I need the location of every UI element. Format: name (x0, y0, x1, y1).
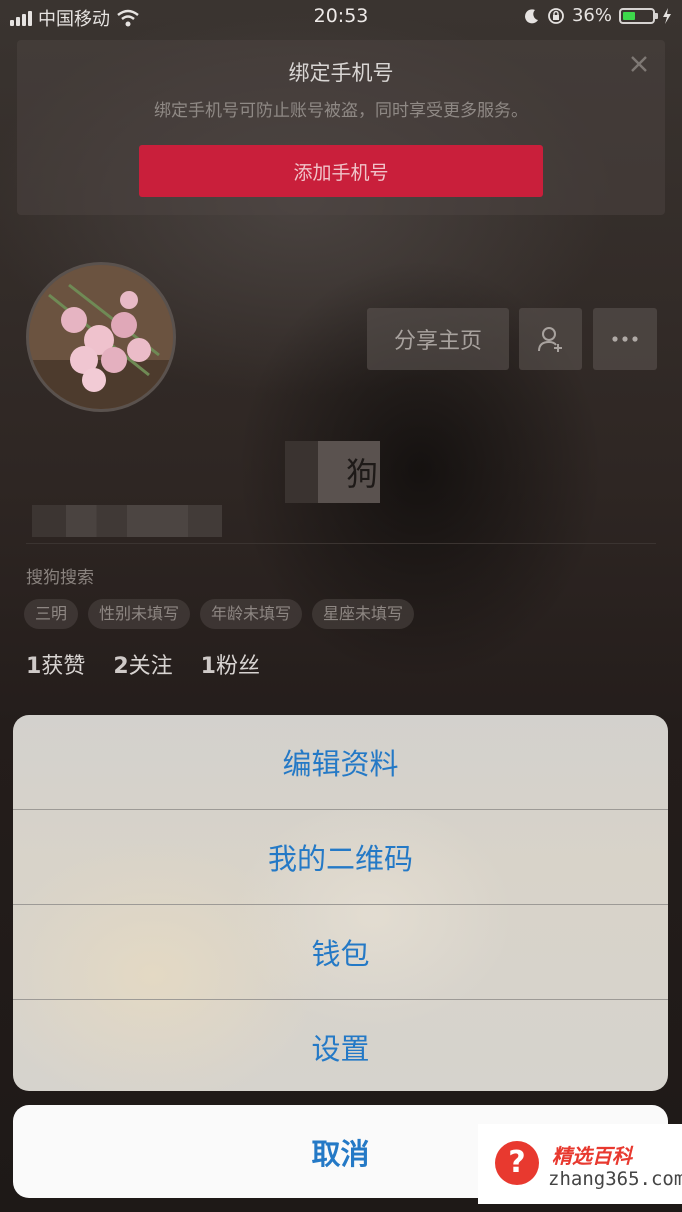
watermark-url: zhang365.com (548, 1168, 682, 1190)
profile-name-partial: 狗 (345, 455, 378, 493)
stat-likes-count: 1 (26, 654, 42, 679)
action-sheet: 编辑资料 我的二维码 钱包 设置 (13, 715, 668, 1091)
avatar[interactable] (26, 262, 176, 412)
watermark: ? 精选百科 zhang365.com (478, 1124, 682, 1204)
tag-zodiac: 星座未填写 (312, 599, 415, 629)
profile-id-blurred (32, 505, 222, 537)
avatar-flowers-image (29, 265, 173, 409)
bind-phone-description: 绑定手机号可防止账号被盗，同时享受更多服务。 (154, 101, 528, 121)
battery-percent: 36% (571, 5, 612, 26)
more-icon (612, 336, 638, 342)
add-friend-button[interactable] (519, 308, 582, 370)
stat-followers-count: 1 (200, 654, 216, 679)
stat-likes[interactable]: 1获赞 (26, 648, 85, 680)
add-phone-button[interactable]: 添加手机号 (139, 145, 543, 197)
moon-icon (525, 8, 538, 23)
battery-icon (619, 7, 658, 24)
edit-profile-option[interactable]: 编辑资料 (13, 715, 668, 810)
close-icon[interactable] (627, 52, 651, 76)
question-mark-logo-icon: ? (495, 1141, 539, 1185)
orientation-lock-icon (548, 7, 564, 24)
stat-followers[interactable]: 1粉丝 (201, 648, 260, 680)
profile-stats: 1获赞 2关注 1粉丝 (26, 648, 260, 680)
stat-likes-label: 获赞 (41, 654, 86, 679)
add-user-icon (537, 327, 562, 352)
profile-divider (26, 543, 656, 544)
my-qr-code-option[interactable]: 我的二维码 (13, 810, 668, 905)
stat-following[interactable]: 2关注 (113, 648, 172, 680)
settings-option[interactable]: 设置 (13, 1000, 668, 1091)
watermark-brand: 精选百科 (552, 1144, 632, 1168)
tag-age: 年龄未填写 (200, 599, 303, 629)
tag-gender: 性别未填写 (88, 599, 191, 629)
profile-tags: 三明 性别未填写 年龄未填写 星座未填写 (24, 599, 415, 629)
charging-icon (663, 7, 671, 24)
more-button[interactable] (593, 308, 657, 370)
profile-name-blurred: 狗 (285, 441, 380, 503)
bind-phone-banner: 绑定手机号 绑定手机号可防止账号被盗，同时享受更多服务。 添加手机号 (17, 40, 665, 215)
tag-location: 三明 (24, 599, 79, 629)
status-right: 36% (524, 5, 672, 26)
status-bar: 中国移动 20:53 36% (0, 0, 682, 36)
bind-phone-title: 绑定手机号 (288, 61, 394, 85)
stat-followers-label: 粉丝 (215, 654, 260, 679)
stat-following-label: 关注 (128, 654, 173, 679)
wallet-option[interactable]: 钱包 (13, 905, 668, 1000)
profile-signature: 搜狗搜索 (26, 568, 94, 588)
stat-following-count: 2 (113, 654, 129, 679)
share-profile-button[interactable]: 分享主页 (367, 308, 509, 370)
share-profile-label: 分享主页 (393, 329, 482, 354)
